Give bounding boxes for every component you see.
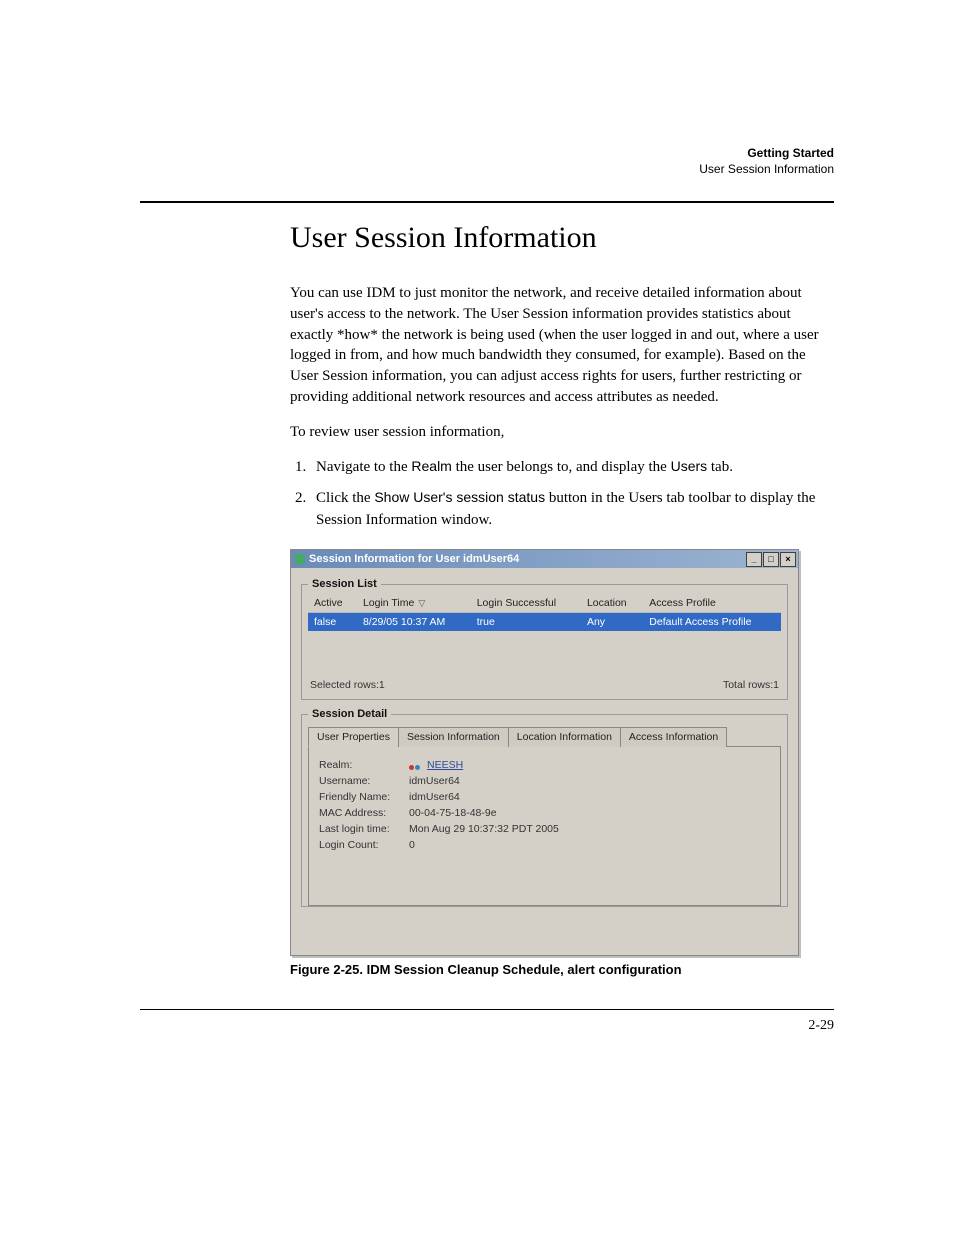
col-login-time[interactable]: Login Time▽ bbox=[357, 594, 471, 613]
prop-friendly-value: idmUser64 bbox=[409, 791, 460, 803]
prop-username-value: idmUser64 bbox=[409, 775, 460, 787]
col-login-successful[interactable]: Login Successful bbox=[471, 594, 581, 613]
tab-location-information[interactable]: Location Information bbox=[508, 727, 621, 747]
figure-caption: Figure 2-25. IDM Session Cleanup Schedul… bbox=[290, 962, 834, 977]
realm-link[interactable]: NEESH bbox=[427, 759, 463, 771]
running-header-section: Getting Started bbox=[747, 146, 834, 160]
cell-location: Any bbox=[581, 613, 643, 632]
selected-rows: Selected rows:1 bbox=[310, 679, 385, 691]
users-icon bbox=[409, 761, 423, 771]
page-number: 2-29 bbox=[140, 1018, 834, 1034]
steps-list: Navigate to the Realm the user belongs t… bbox=[290, 456, 834, 531]
step-1: Navigate to the Realm the user belongs t… bbox=[310, 456, 834, 479]
prop-lastlogin-label: Last login time: bbox=[319, 823, 409, 835]
session-list-table[interactable]: Active Login Time▽ Login Successful Loca… bbox=[308, 594, 781, 631]
intro-paragraph: You can use IDM to just monitor the netw… bbox=[290, 283, 834, 407]
total-rows: Total rows:1 bbox=[723, 679, 779, 691]
close-button[interactable]: × bbox=[780, 552, 796, 567]
prop-logincount-label: Login Count: bbox=[319, 839, 409, 851]
rule-top bbox=[140, 201, 834, 203]
cell-login-successful: true bbox=[471, 613, 581, 632]
session-info-window: Session Information for User idmUser64 _… bbox=[290, 549, 799, 956]
running-header: Getting Started User Session Information bbox=[140, 145, 834, 177]
titlebar[interactable]: Session Information for User idmUser64 _… bbox=[291, 550, 798, 568]
col-location[interactable]: Location bbox=[581, 594, 643, 613]
prop-lastlogin-value: Mon Aug 29 10:37:32 PDT 2005 bbox=[409, 823, 559, 835]
page-title: User Session Information bbox=[290, 221, 834, 255]
tab-access-information[interactable]: Access Information bbox=[620, 727, 727, 747]
rule-bottom bbox=[140, 1009, 834, 1010]
prop-mac-value: 00-04-75-18-48-9e bbox=[409, 807, 497, 819]
session-list-legend: Session List bbox=[308, 578, 381, 590]
detail-tabs: User Properties Session Information Loca… bbox=[308, 726, 781, 746]
prop-friendly-label: Friendly Name: bbox=[319, 791, 409, 803]
sort-desc-icon: ▽ bbox=[414, 598, 425, 608]
window-title: Session Information for User idmUser64 bbox=[309, 553, 519, 565]
maximize-button[interactable]: □ bbox=[763, 552, 779, 567]
tab-user-properties[interactable]: User Properties bbox=[308, 727, 399, 747]
ui-ref-show-session: Show User's session status bbox=[374, 489, 545, 505]
cell-access-profile: Default Access Profile bbox=[643, 613, 781, 632]
session-detail-legend: Session Detail bbox=[308, 708, 391, 720]
ui-ref-users: Users bbox=[671, 458, 708, 474]
cell-active: false bbox=[308, 613, 357, 632]
table-row[interactable]: false 8/29/05 10:37 AM true Any Default … bbox=[308, 613, 781, 632]
cell-login-time: 8/29/05 10:37 AM bbox=[357, 613, 471, 632]
ui-ref-realm: Realm bbox=[411, 458, 451, 474]
tab-session-information[interactable]: Session Information bbox=[398, 727, 509, 747]
prop-realm-label: Realm: bbox=[319, 759, 409, 771]
session-list-group: Session List Active Login Time▽ Login Su… bbox=[301, 578, 788, 700]
minimize-button[interactable]: _ bbox=[746, 552, 762, 567]
col-access-profile[interactable]: Access Profile bbox=[643, 594, 781, 613]
session-detail-group: Session Detail User Properties Session I… bbox=[301, 708, 788, 907]
col-active[interactable]: Active bbox=[308, 594, 357, 613]
step-2: Click the Show User's session status but… bbox=[310, 487, 834, 532]
app-icon bbox=[295, 554, 305, 564]
tab-panel-user-properties: Realm: NEESH Username: idmUser64 Friendl… bbox=[308, 746, 781, 906]
lead-in-paragraph: To review user session information, bbox=[290, 422, 834, 443]
running-header-topic: User Session Information bbox=[699, 162, 834, 176]
prop-username-label: Username: bbox=[319, 775, 409, 787]
prop-mac-label: MAC Address: bbox=[319, 807, 409, 819]
prop-logincount-value: 0 bbox=[409, 839, 415, 851]
